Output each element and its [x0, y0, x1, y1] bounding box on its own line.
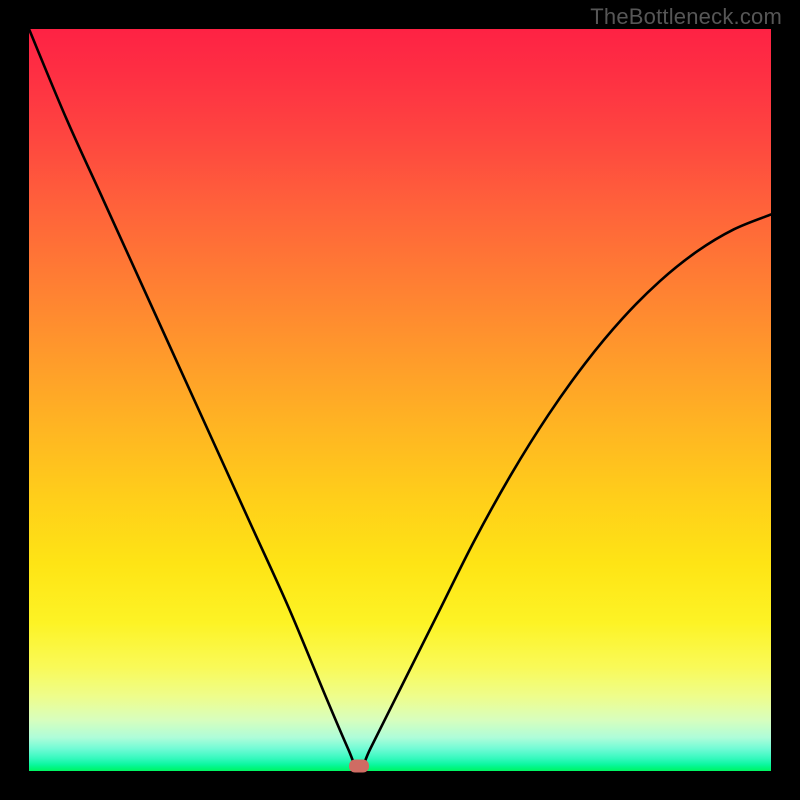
chart-container: TheBottleneck.com — [0, 0, 800, 800]
minimum-marker — [349, 760, 369, 773]
bottleneck-curve — [29, 29, 771, 771]
watermark-text: TheBottleneck.com — [590, 4, 782, 30]
plot-area — [29, 29, 771, 771]
curve-svg — [29, 29, 771, 771]
